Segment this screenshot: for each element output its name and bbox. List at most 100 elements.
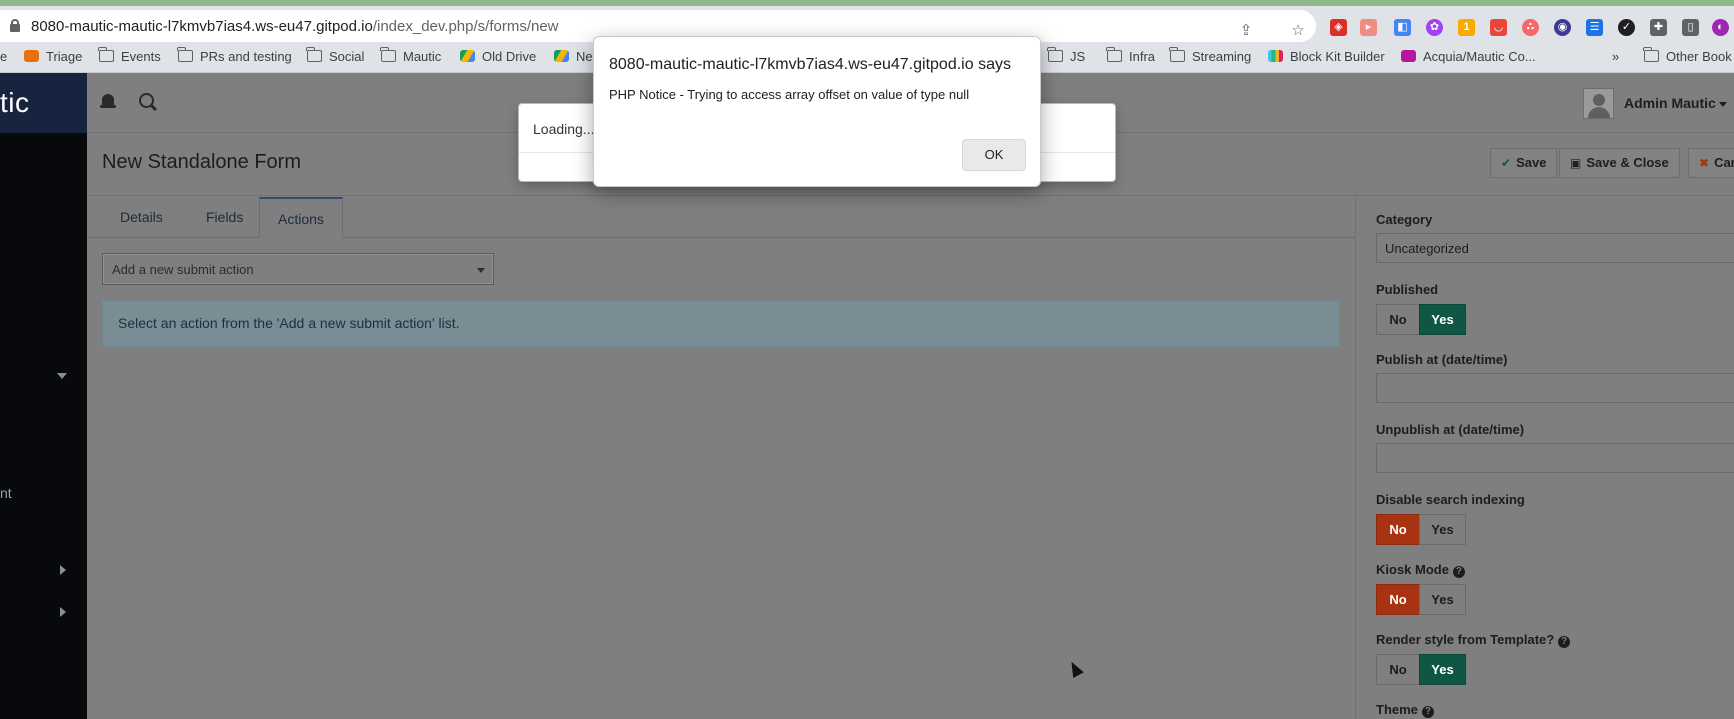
unpublish-at-label: Unpublish at (date/time) bbox=[1376, 422, 1525, 437]
published-yes-button[interactable]: Yes bbox=[1419, 304, 1466, 335]
form-main: Details Fields Actions Add a new submit … bbox=[87, 197, 1355, 719]
search-icon[interactable] bbox=[139, 93, 157, 111]
help-icon[interactable]: ? bbox=[1421, 706, 1434, 718]
kiosk-no-button[interactable]: No bbox=[1376, 584, 1420, 615]
bookmark-folder[interactable]: Social bbox=[306, 47, 364, 64]
extension-icon[interactable]: ◉ bbox=[1554, 19, 1571, 36]
bookmark-folder[interactable]: Other Book bbox=[1643, 47, 1732, 64]
help-icon[interactable]: ? bbox=[1558, 636, 1571, 648]
bookmark-folder[interactable]: PRs and testing bbox=[177, 47, 292, 64]
extension-icon[interactable]: 1 bbox=[1458, 19, 1475, 36]
bookmark-item[interactable]: Ne bbox=[554, 49, 593, 64]
kiosk-yes-button[interactable]: Yes bbox=[1419, 584, 1466, 615]
chevron-down-icon[interactable] bbox=[1719, 102, 1727, 107]
render-style-no-button[interactable]: No bbox=[1376, 654, 1420, 685]
folder-icon bbox=[1169, 47, 1185, 62]
sidepanel-icon[interactable]: ▯ bbox=[1682, 19, 1699, 36]
brand-logo[interactable]: tic bbox=[0, 73, 87, 133]
loading-text: Loading... bbox=[533, 121, 595, 137]
bookmarks-overflow[interactable]: » bbox=[1612, 49, 1619, 64]
publish-at-label: Publish at (date/time) bbox=[1376, 352, 1508, 367]
pocket-icon[interactable]: ◡ bbox=[1490, 19, 1507, 36]
disable-search-no-button[interactable]: No bbox=[1376, 514, 1420, 545]
render-style-yes-button[interactable]: Yes bbox=[1419, 654, 1466, 685]
cancel-button[interactable]: ✖Canc bbox=[1688, 148, 1734, 178]
extension-icon[interactable]: ◧ bbox=[1394, 19, 1411, 36]
chevron-right-icon[interactable] bbox=[60, 565, 66, 575]
alert-title: 8080-mautic-mautic-l7kmvb7ias4.ws-eu47.g… bbox=[609, 56, 1011, 73]
lock-icon[interactable] bbox=[10, 19, 20, 32]
unpublish-at-input[interactable] bbox=[1376, 443, 1734, 473]
chevron-down-icon[interactable] bbox=[57, 373, 67, 379]
bookmark-folder[interactable]: Streaming bbox=[1169, 47, 1251, 64]
theme-label: Theme? bbox=[1376, 702, 1434, 718]
share-icon[interactable]: ⇪ bbox=[1238, 23, 1254, 39]
bell-icon[interactable] bbox=[100, 93, 116, 111]
check-icon: ✔ bbox=[1501, 156, 1512, 170]
avatar[interactable] bbox=[1583, 88, 1614, 119]
extension-icon[interactable]: ◈ bbox=[1330, 19, 1347, 36]
extension-icon[interactable]: ∴ bbox=[1522, 19, 1539, 36]
disable-search-yes-button[interactable]: Yes bbox=[1419, 514, 1466, 545]
bookmark-item[interactable]: Block Kit Builder bbox=[1268, 49, 1385, 64]
info-message: Select an action from the 'Add a new sub… bbox=[118, 315, 460, 331]
bookmark-item[interactable]: e bbox=[0, 49, 7, 64]
render-style-label: Render style from Template?? bbox=[1376, 632, 1571, 648]
tab-actions[interactable]: Actions bbox=[259, 197, 343, 238]
save-close-button[interactable]: ▣ Save & Close bbox=[1559, 148, 1680, 178]
bookmark-item[interactable]: Acquia/Mautic Co... bbox=[1401, 49, 1536, 64]
star-icon[interactable]: ☆ bbox=[1290, 23, 1306, 39]
url-text[interactable]: 8080-mautic-mautic-l7kmvb7ias4.ws-eu47.g… bbox=[31, 18, 559, 35]
party-icon bbox=[24, 50, 39, 62]
bookmark-folder[interactable]: JS bbox=[1047, 47, 1085, 64]
drive-icon bbox=[554, 50, 569, 62]
user-menu[interactable]: Admin Mautic bbox=[1624, 95, 1716, 111]
page-title: New Standalone Form bbox=[102, 151, 301, 173]
bookmark-folder[interactable]: Mautic bbox=[380, 47, 441, 64]
drive-icon bbox=[460, 50, 475, 62]
folder-icon bbox=[306, 47, 322, 62]
close-icon: ✖ bbox=[1699, 156, 1710, 170]
help-icon[interactable]: ? bbox=[1452, 566, 1465, 578]
save-icon: ▣ bbox=[1570, 156, 1582, 170]
chevron-down-icon bbox=[477, 268, 485, 273]
bookmark-item[interactable]: Old Drive bbox=[460, 49, 536, 64]
profile-icon[interactable]: ◐ bbox=[1712, 19, 1729, 36]
published-no-button[interactable]: No bbox=[1376, 304, 1420, 335]
slack-icon bbox=[1268, 50, 1283, 62]
published-label: Published bbox=[1376, 282, 1439, 297]
category-label: Category bbox=[1376, 212, 1433, 227]
extension-icon[interactable]: ✿ bbox=[1426, 19, 1443, 36]
extension-icon[interactable]: ▸ bbox=[1360, 19, 1377, 36]
tab-fields[interactable]: Fields bbox=[188, 197, 261, 238]
folder-icon bbox=[380, 47, 396, 62]
tab-details[interactable]: Details bbox=[102, 197, 181, 238]
save-button[interactable]: ✔ Save bbox=[1490, 148, 1558, 178]
properties-panel: Category Uncategorized Published No Yes … bbox=[1355, 197, 1734, 719]
bookmark-folder[interactable]: Events bbox=[98, 47, 161, 64]
folder-icon bbox=[1106, 47, 1122, 62]
kiosk-label: Kiosk Mode? bbox=[1376, 562, 1465, 578]
category-select[interactable]: Uncategorized bbox=[1376, 233, 1734, 263]
sidebar-item-label[interactable]: nt bbox=[0, 485, 12, 501]
ok-button[interactable]: OK bbox=[962, 139, 1026, 171]
chevron-right-icon[interactable] bbox=[60, 607, 66, 617]
bookmark-item[interactable]: Triage bbox=[24, 49, 82, 64]
disable-search-label: Disable search indexing bbox=[1376, 492, 1525, 507]
alert-dialog: 8080-mautic-mautic-l7kmvb7ias4.ws-eu47.g… bbox=[593, 36, 1041, 187]
acquia-icon bbox=[1401, 50, 1416, 62]
folder-icon bbox=[98, 47, 114, 62]
alert-message: PHP Notice - Trying to access array offs… bbox=[609, 87, 970, 102]
extension-icon[interactable]: ✓ bbox=[1618, 19, 1635, 36]
info-alert: Select an action from the 'Add a new sub… bbox=[102, 300, 1340, 347]
publish-at-input[interactable] bbox=[1376, 373, 1734, 403]
submit-action-placeholder: Add a new submit action bbox=[112, 262, 254, 277]
bookmark-folder[interactable]: Infra bbox=[1106, 47, 1155, 64]
submit-action-select[interactable]: Add a new submit action bbox=[102, 253, 494, 285]
folder-icon bbox=[1643, 47, 1659, 62]
extension-icon[interactable]: ☰ bbox=[1586, 19, 1603, 36]
app-sidebar: tic nt bbox=[0, 73, 87, 719]
folder-icon bbox=[1047, 47, 1063, 62]
puzzle-icon[interactable]: ✚ bbox=[1650, 19, 1667, 36]
folder-icon bbox=[177, 47, 193, 62]
